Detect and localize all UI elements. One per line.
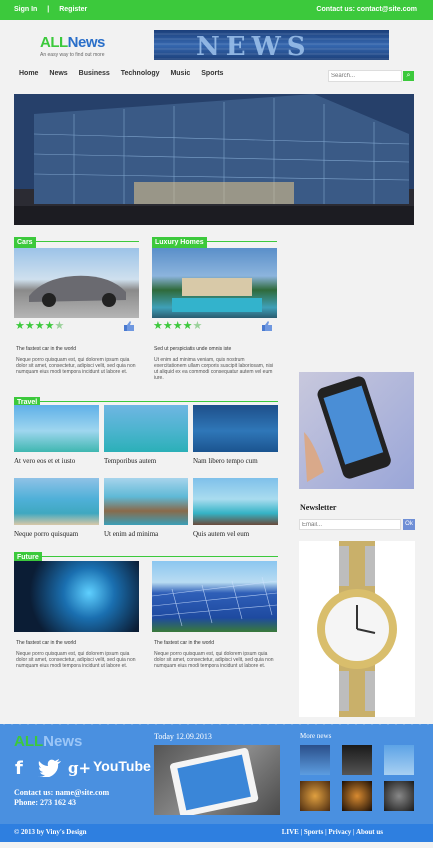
nav-item-business[interactable]: Business	[79, 70, 110, 77]
search-button[interactable]: ⌕	[403, 71, 414, 81]
banner-text: NEWS	[196, 32, 312, 60]
newsletter-title: Newsletter	[300, 503, 337, 512]
logo-news: News	[67, 34, 106, 51]
solar-panels-photo	[152, 576, 277, 627]
travel-image-6[interactable]	[193, 478, 278, 525]
register-link[interactable]: Register	[59, 6, 87, 13]
phone-ad[interactable]	[299, 372, 414, 489]
site-logo[interactable]: ALLNews An easy way to find out more	[40, 34, 105, 58]
footer-logo[interactable]: ALLNews	[14, 733, 82, 750]
cars-like-icon[interactable]	[124, 321, 135, 331]
travel-caption-4[interactable]: Neque porro quisquam	[14, 530, 78, 538]
cars-text: Neque porro quisquam est, qui dolorem ip…	[16, 357, 136, 375]
youtube-label: YouTube	[93, 758, 151, 774]
cars-rating[interactable]: ★★★★★	[15, 319, 64, 332]
sports-car-photo	[29, 275, 126, 307]
newsletter-ok-button[interactable]: Ok	[403, 519, 415, 530]
search-input[interactable]	[328, 70, 402, 82]
logo-all: ALL	[40, 34, 68, 51]
main-nav: Home News Business Technology Music Spor…	[19, 70, 232, 77]
search-box: ⌕	[328, 70, 414, 82]
tablet-photo	[170, 748, 259, 815]
future-image-2[interactable]	[152, 561, 277, 632]
nav-item-news[interactable]: News	[49, 70, 67, 77]
youtube-icon[interactable]: YouTube	[93, 758, 151, 774]
travel-image-3[interactable]	[193, 405, 278, 452]
watch-photo	[317, 541, 397, 717]
more-news-thumb-6[interactable]	[384, 781, 414, 811]
future-title-2[interactable]: The fastest car in the world	[154, 640, 214, 646]
copyright-text: © 2013 by Viny's Design	[14, 828, 87, 836]
pool-villa-photo	[172, 278, 262, 312]
footer-logo-all: ALL	[14, 733, 44, 750]
future-image-1[interactable]	[14, 561, 139, 632]
section-luxury-header: Luxury Homes	[152, 231, 277, 248]
logo-tagline: An easy way to find out more	[40, 52, 105, 58]
facebook-icon[interactable]: f	[15, 758, 23, 779]
nav-item-technology[interactable]: Technology	[121, 70, 160, 77]
section-future-header: Future	[14, 546, 278, 563]
travel-image-1[interactable]	[14, 405, 99, 452]
more-news-thumb-1[interactable]	[300, 745, 330, 775]
google-plus-icon[interactable]: g+	[68, 759, 91, 777]
nav-item-home[interactable]: Home	[19, 70, 38, 77]
more-news-thumb-4[interactable]	[300, 781, 330, 811]
travel-caption-6[interactable]: Quis autem vel eum	[193, 530, 249, 538]
sign-in-link[interactable]: Sign In	[14, 6, 37, 13]
footer-wave-edge	[0, 721, 433, 727]
nav-item-music[interactable]: Music	[170, 70, 190, 77]
more-news-thumb-2[interactable]	[342, 745, 372, 775]
news-banner[interactable]: NEWS	[154, 30, 389, 60]
bottom-bar: © 2013 by Viny's Design LIVE | Sports | …	[0, 824, 433, 842]
newsletter-email-input[interactable]	[299, 519, 401, 530]
car-image[interactable]	[14, 248, 139, 318]
footer-today-image[interactable]	[154, 745, 280, 815]
auth-links: Sign In | Register	[14, 6, 95, 13]
footer-contact-phone: Phone: 273 162 43	[14, 798, 76, 807]
travel-caption-1[interactable]: At vero eos et et iusto	[14, 457, 75, 465]
luxury-like-icon[interactable]	[262, 321, 273, 331]
luxury-image[interactable]	[152, 248, 277, 318]
footer-logo-news: News	[43, 733, 83, 750]
watch-ad[interactable]	[299, 541, 415, 717]
luxury-title[interactable]: Sed ut perspiciatis unde omnis iste	[154, 346, 231, 352]
building-image	[14, 94, 414, 225]
section-luxury-label[interactable]: Luxury Homes	[152, 237, 207, 248]
travel-image-5[interactable]	[104, 478, 188, 525]
footer-more-news-title: More news	[300, 732, 332, 740]
footer-contact: Contact us: name@site.com Phone: 273 162…	[14, 788, 109, 808]
travel-image-2[interactable]	[104, 405, 188, 452]
twitter-icon[interactable]	[38, 759, 62, 777]
section-travel-header: Travel	[14, 391, 278, 408]
hero-image[interactable]	[14, 94, 414, 225]
future-text-1: Neque porro quisquam est, qui dolorem ip…	[16, 651, 136, 669]
top-bar: Sign In | Register Contact us: contact@s…	[0, 0, 433, 20]
travel-image-4[interactable]	[14, 478, 99, 525]
contact-link[interactable]: Contact us: contact@site.com	[316, 6, 417, 13]
smartphone-photo	[304, 376, 391, 482]
footer-links[interactable]: LIVE | Sports | Privacy | About us	[282, 828, 383, 836]
luxury-rating[interactable]: ★★★★★	[153, 319, 202, 332]
future-text-2: Neque porro quisquam est, qui dolorem ip…	[154, 651, 274, 669]
nav-item-sports[interactable]: Sports	[201, 70, 223, 77]
search-icon: ⌕	[406, 72, 411, 79]
auth-separator: |	[47, 6, 50, 13]
section-cars-header: Cars	[14, 231, 139, 248]
footer-today-date: Today 12.09.2013	[154, 732, 212, 741]
more-news-thumb-3[interactable]	[384, 745, 414, 775]
travel-caption-5[interactable]: Ut enim ad minima	[104, 530, 158, 538]
future-title-1[interactable]: The fastest car in the world	[16, 640, 76, 646]
luxury-text: Ut enim ad minima veniam, quis nostrum e…	[154, 357, 274, 381]
cars-title[interactable]: The fastest car in the world	[16, 346, 76, 352]
section-cars-label[interactable]: Cars	[14, 237, 36, 248]
travel-caption-3[interactable]: Nam libero tempo cum	[193, 457, 258, 465]
travel-caption-2[interactable]: Temporibus autem	[104, 457, 156, 465]
footer-contact-email[interactable]: Contact us: name@site.com	[14, 788, 109, 798]
more-news-thumb-5[interactable]	[342, 781, 372, 811]
